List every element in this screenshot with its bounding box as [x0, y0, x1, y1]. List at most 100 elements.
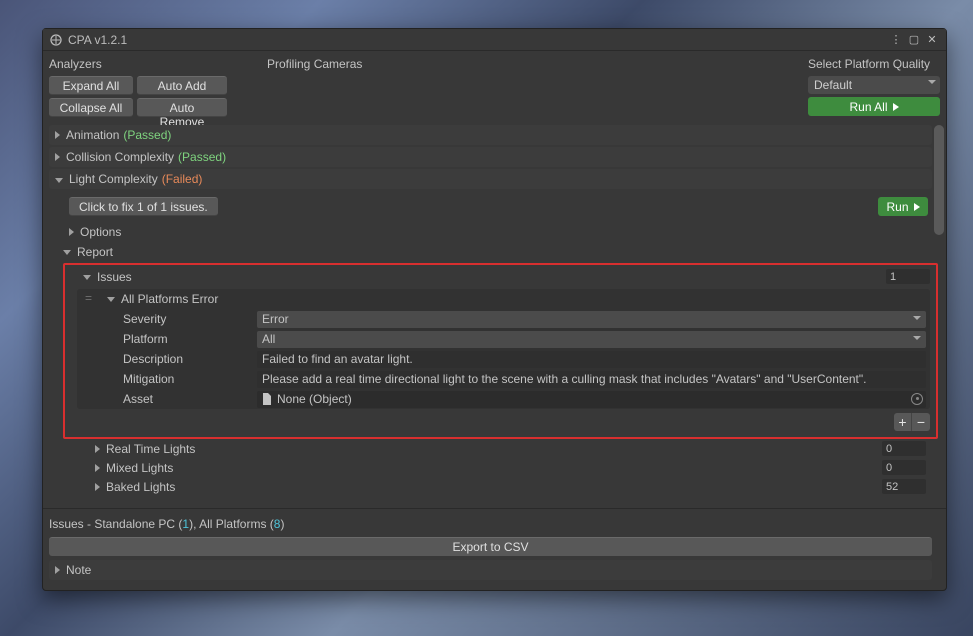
severity-value: Error: [262, 312, 289, 326]
kebab-icon[interactable]: ⋮: [888, 32, 904, 48]
baked-label: Baked Lights: [106, 480, 175, 494]
mixed-lights-foldout[interactable]: Mixed Lights 0: [69, 458, 928, 477]
fix-issues-button[interactable]: Click to fix 1 of 1 issues.: [69, 197, 218, 216]
chevron-down-icon: [913, 316, 921, 320]
auto-add-button[interactable]: Auto Add: [137, 76, 227, 95]
play-icon: [893, 103, 899, 111]
quality-heading: Select Platform Quality: [808, 55, 940, 73]
realtime-lights-foldout[interactable]: Real Time Lights 0: [69, 439, 928, 458]
toolbar: Analyzers Expand All Auto Add Collapse A…: [43, 51, 946, 123]
issues-summary-text: ): [280, 517, 284, 531]
mitigation-field[interactable]: Please add a real time directional light…: [257, 371, 926, 388]
collapse-all-button[interactable]: Collapse All: [49, 98, 133, 117]
maximize-icon[interactable]: ▢: [906, 32, 922, 48]
options-label: Options: [80, 225, 121, 239]
tool-window: CPA v1.2.1 ⋮ ▢ ✕ Analyzers Expand All Au…: [42, 28, 947, 591]
drag-handle-icon[interactable]: =: [85, 295, 93, 303]
scrollbar-thumb[interactable]: [934, 125, 944, 235]
section-label: Animation: [66, 128, 119, 142]
play-icon: [914, 203, 920, 211]
run-section-button[interactable]: Run: [878, 197, 928, 216]
foldout-arrow-icon: [55, 131, 60, 139]
mitigation-label: Mitigation: [123, 372, 257, 386]
issues-summary: Issues - Standalone PC (1), All Platform…: [49, 515, 932, 533]
section-light-body: Click to fix 1 of 1 issues. Run Options …: [49, 191, 932, 502]
titlebar: CPA v1.2.1 ⋮ ▢ ✕: [43, 29, 946, 51]
file-icon: [262, 393, 272, 405]
analyzers-heading: Analyzers: [49, 55, 227, 73]
realtime-count-field[interactable]: 0: [882, 441, 926, 456]
platform-dropdown[interactable]: All: [257, 331, 926, 348]
issues-highlight-box: Issues 1 = All Platforms Error Severity …: [63, 263, 938, 439]
realtime-label: Real Time Lights: [106, 442, 195, 456]
quality-dropdown[interactable]: Default: [808, 76, 940, 94]
foldout-arrow-icon: [55, 178, 63, 183]
issues-summary-text: Issues - Standalone PC (: [49, 517, 182, 531]
asset-value: None (Object): [277, 392, 352, 406]
asset-object-field[interactable]: None (Object): [257, 391, 926, 408]
report-label: Report: [77, 245, 113, 259]
window-title: CPA v1.2.1: [68, 33, 127, 47]
foldout-arrow-icon: [69, 228, 74, 236]
chevron-down-icon: [913, 336, 921, 340]
section-light[interactable]: Light Complexity (Failed): [49, 169, 932, 189]
issues-count-field[interactable]: 1: [886, 269, 930, 284]
section-label: Collision Complexity: [66, 150, 174, 164]
foldout-arrow-icon: [55, 566, 60, 574]
foldout-arrow-icon: [83, 275, 91, 280]
issue-header[interactable]: = All Platforms Error: [77, 289, 930, 309]
expand-all-button[interactable]: Expand All: [49, 76, 133, 95]
mixed-label: Mixed Lights: [106, 461, 173, 475]
vertical-scrollbar[interactable]: [934, 125, 944, 506]
status-badge: (Passed): [123, 128, 171, 142]
description-label: Description: [123, 352, 257, 366]
foldout-arrow-icon: [63, 250, 71, 255]
footer: Issues - Standalone PC (1), All Platform…: [43, 508, 946, 590]
list-add-remove: + −: [67, 409, 934, 435]
mixed-count-field[interactable]: 0: [882, 460, 926, 475]
report-foldout[interactable]: Report: [63, 242, 928, 262]
foldout-arrow-icon: [107, 297, 115, 302]
add-button[interactable]: +: [894, 413, 912, 431]
issues-summary-text: ), All Platforms (: [189, 517, 274, 531]
run-label: Run: [886, 200, 908, 214]
platform-label: Platform: [123, 332, 257, 346]
foldout-arrow-icon: [95, 445, 100, 453]
section-collision[interactable]: Collision Complexity (Passed): [49, 147, 932, 167]
profiling-column: Profiling Cameras: [267, 55, 362, 117]
auto-remove-button[interactable]: Auto Remove: [137, 98, 227, 117]
status-badge: (Passed): [178, 150, 226, 164]
run-all-label: Run All: [849, 100, 887, 114]
issue-title: All Platforms Error: [121, 292, 218, 306]
app-icon: [49, 33, 63, 47]
options-foldout[interactable]: Options: [69, 222, 928, 242]
run-all-button[interactable]: Run All: [808, 97, 940, 116]
close-icon[interactable]: ✕: [924, 32, 940, 48]
severity-dropdown[interactable]: Error: [257, 311, 926, 328]
export-csv-button[interactable]: Export to CSV: [49, 537, 932, 556]
platform-value: All: [262, 332, 275, 346]
severity-label: Severity: [123, 312, 257, 326]
description-value: Failed to find an avatar light.: [262, 352, 413, 366]
foldout-arrow-icon: [55, 153, 60, 161]
chevron-down-icon: [928, 80, 936, 84]
profiling-heading: Profiling Cameras: [267, 55, 362, 73]
quality-column: Select Platform Quality Default Run All: [808, 55, 940, 117]
object-picker-icon[interactable]: [911, 393, 923, 405]
status-badge: (Failed): [162, 172, 203, 186]
remove-button[interactable]: −: [912, 413, 930, 431]
section-label: Light Complexity: [69, 172, 158, 186]
analyzers-column: Analyzers Expand All Auto Add Collapse A…: [49, 55, 227, 117]
asset-label: Asset: [123, 392, 257, 406]
foldout-arrow-icon: [95, 464, 100, 472]
issue-item: = All Platforms Error Severity Error Pla…: [77, 289, 930, 409]
section-animation[interactable]: Animation (Passed): [49, 125, 932, 145]
baked-lights-foldout[interactable]: Baked Lights 52: [69, 477, 928, 496]
note-label: Note: [66, 563, 91, 577]
description-field[interactable]: Failed to find an avatar light.: [257, 351, 926, 368]
baked-count-field[interactable]: 52: [882, 479, 926, 494]
foldout-arrow-icon: [95, 483, 100, 491]
note-foldout[interactable]: Note: [49, 560, 932, 580]
issues-foldout[interactable]: Issues 1: [67, 267, 934, 287]
main-scroll-area: Animation (Passed) Collision Complexity …: [43, 123, 946, 508]
